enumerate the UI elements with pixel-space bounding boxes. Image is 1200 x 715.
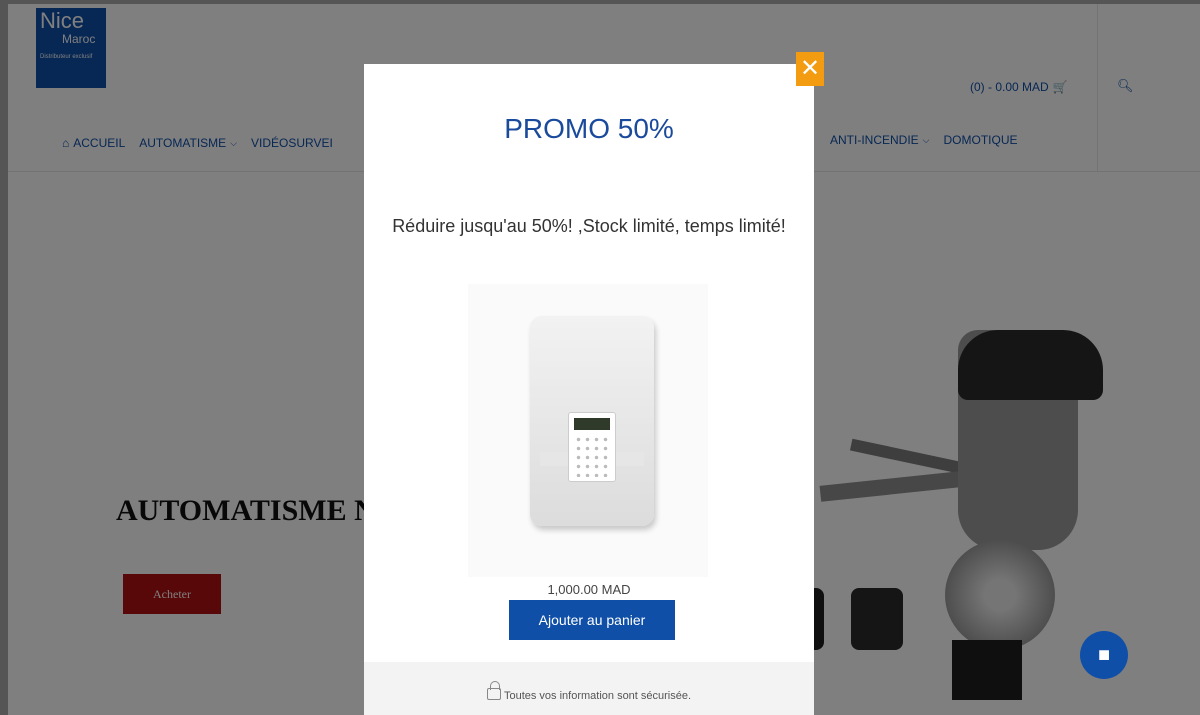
window-edge: [0, 0, 8, 715]
keypad-image: [568, 412, 616, 482]
promo-description: Réduire jusqu'au 50%! ,Stock limité, tem…: [392, 216, 786, 236]
secure-notice: Toutes vos information sont sécurisée.: [364, 681, 814, 702]
promo-title: PROMO 50%: [504, 113, 674, 144]
window-edge-top: [0, 0, 1200, 4]
add-to-cart-button[interactable]: Ajouter au panier: [509, 600, 675, 640]
secure-text: Toutes vos information sont sécurisée.: [503, 690, 692, 702]
modal-footer: Toutes vos information sont sécurisée.: [364, 662, 814, 715]
keypad-keys: [574, 435, 610, 477]
alarm-panel-image: [530, 316, 654, 526]
keypad-screen: [574, 418, 610, 430]
product-price: 1,000.00 MAD: [547, 582, 631, 597]
close-icon[interactable]: ✕: [796, 52, 824, 86]
promo-modal: PROMO 50% Réduire jusqu'au 50%! ,Stock l…: [364, 64, 814, 715]
chat-icon[interactable]: ■: [1080, 631, 1128, 679]
product-image[interactable]: [468, 284, 708, 577]
lock-icon: [486, 681, 501, 700]
